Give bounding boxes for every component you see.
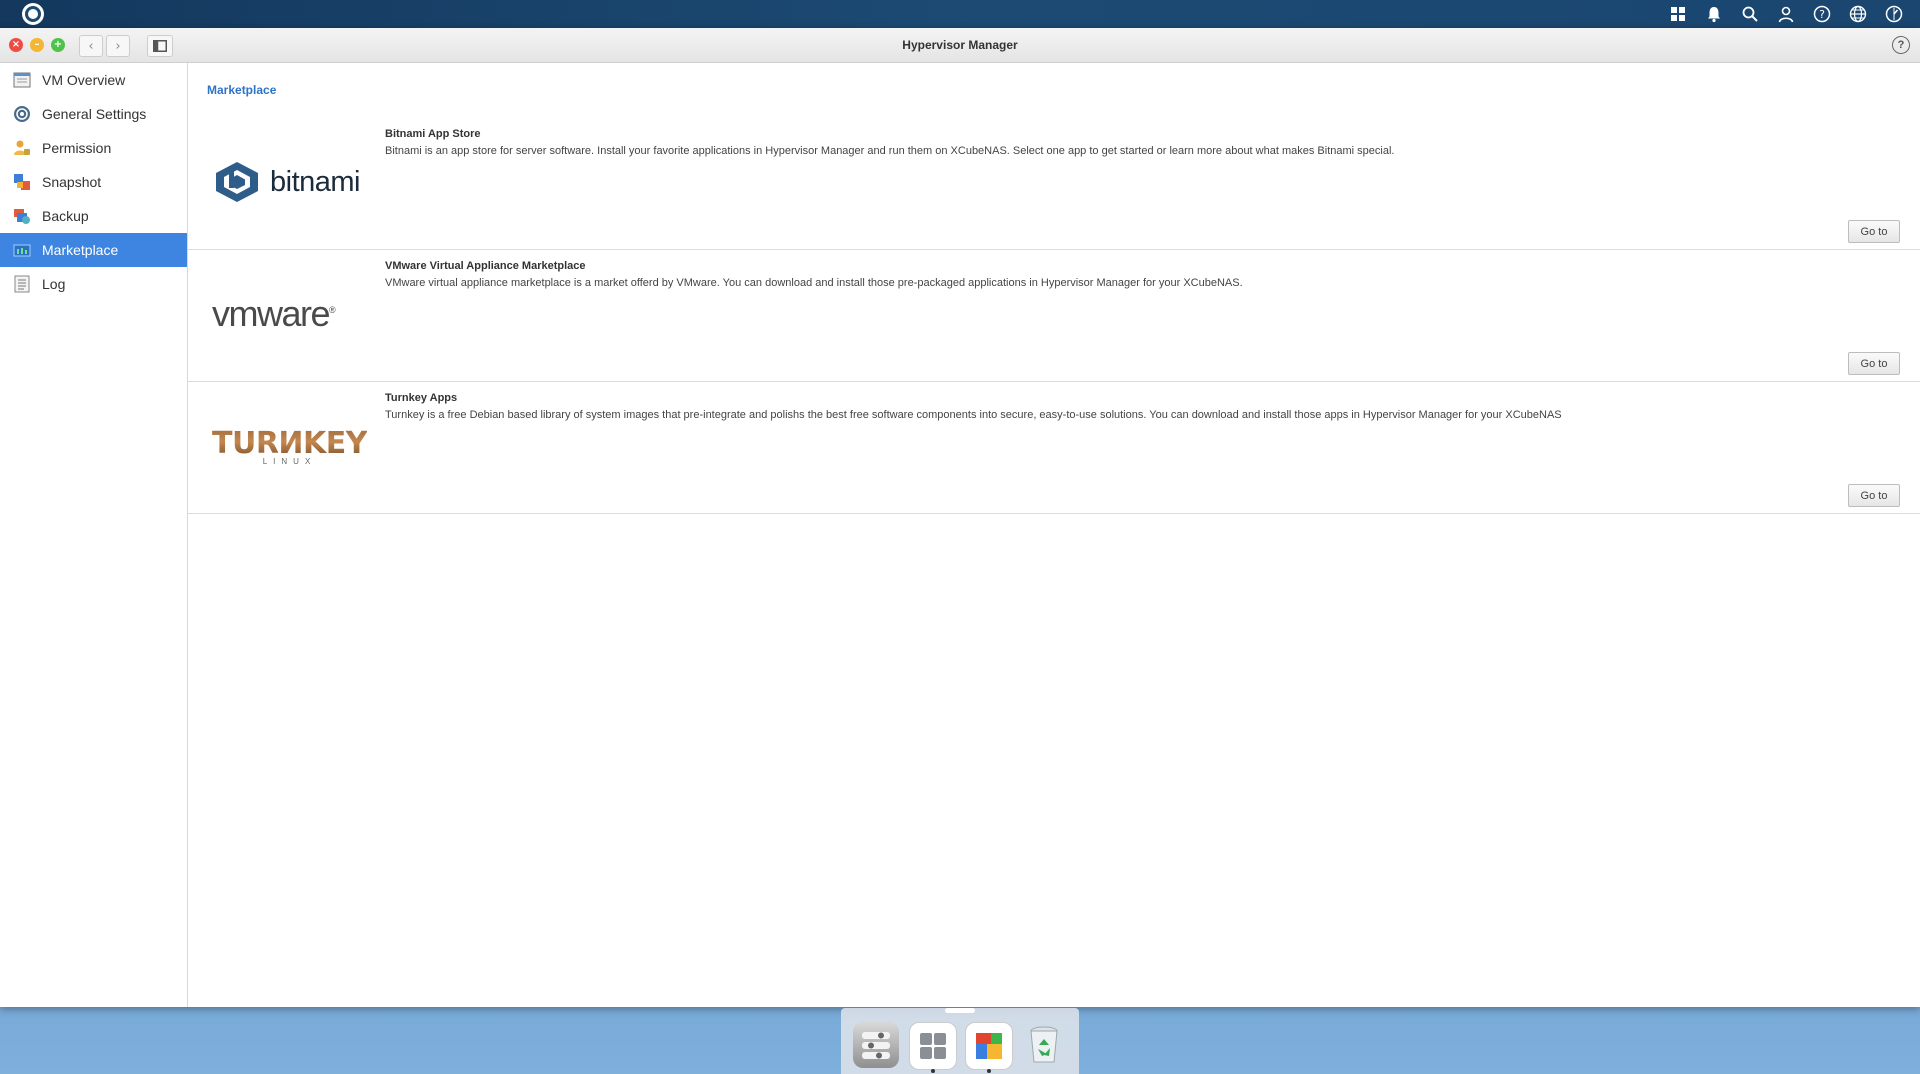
vmware-wordmark: vmware [212, 293, 331, 334]
marketplace-title: Turnkey Apps [385, 392, 458, 404]
sidebar: VM Overview General Settings Permission … [0, 63, 188, 1007]
running-indicator [987, 1069, 991, 1073]
recycle-bin-icon[interactable] [1021, 1022, 1067, 1068]
turnkey-logo-subtext: LINUX [262, 457, 317, 466]
bitnami-logo-text: bitnami [270, 165, 361, 198]
forward-button[interactable]: › [106, 35, 130, 57]
back-button[interactable]: ‹ [79, 35, 103, 57]
sidebar-item-snapshot[interactable]: Snapshot [0, 165, 187, 199]
sidebar-item-label: Marketplace [42, 242, 119, 258]
marketplace-row-vmware: vmware® VMware Virtual Appliance Marketp… [188, 250, 1920, 382]
sidebar-item-log[interactable]: Log [0, 267, 187, 301]
backup-icon [12, 206, 32, 226]
hypervisor-manager-icon[interactable] [965, 1022, 1013, 1073]
turnkey-logo-wrap: TURИKEY LINUX [212, 426, 368, 466]
app-center-icon[interactable] [909, 1022, 957, 1073]
sidebar-item-label: Log [42, 276, 66, 292]
marketplace-description: Bitnami is an app store for server softw… [385, 145, 1395, 157]
window-title: Hypervisor Manager [902, 38, 1018, 52]
search-icon[interactable] [1732, 2, 1768, 26]
log-icon [12, 274, 32, 294]
sidebar-item-label: Backup [42, 208, 89, 224]
bitnami-hexagon-icon [216, 162, 258, 202]
dock-handle[interactable] [945, 1008, 975, 1013]
marketplace-row-bitnami: bitnami Bitnami App Store Bitnami is an … [188, 118, 1920, 250]
toggle-sidebar-button[interactable] [147, 35, 173, 57]
window-titlebar: × – + ‹ › Hypervisor Manager ? [0, 28, 1920, 63]
marketplace-row-turnkey: TURИKEY LINUX Turnkey Apps Turnkey is a … [188, 382, 1920, 514]
breadcrumb: Marketplace [207, 83, 277, 97]
main-content: Marketplace bitnami Bitnami App Store Bi… [188, 63, 1920, 1007]
vm-overview-icon [12, 70, 32, 90]
running-indicator [931, 1069, 935, 1073]
chevron-right-icon: › [115, 38, 121, 54]
window-help-button[interactable]: ? [1892, 36, 1910, 54]
registered-mark: ® [329, 305, 336, 315]
marketplace-description: Turnkey is a free Debian based library o… [385, 409, 1562, 421]
system-logo-icon[interactable] [22, 3, 44, 25]
bell-icon[interactable] [1696, 2, 1732, 26]
snapshot-icon [12, 172, 32, 192]
go-to-turnkey-button[interactable]: Go to [1848, 484, 1900, 507]
close-window-button[interactable]: × [9, 38, 23, 52]
minimize-window-button[interactable]: – [30, 38, 44, 52]
apps-icon[interactable] [1660, 2, 1696, 26]
control-panel-icon[interactable] [853, 1022, 899, 1068]
help-icon[interactable]: ? [1804, 2, 1840, 26]
marketplace-description: VMware virtual appliance marketplace is … [385, 277, 1243, 289]
chevron-left-icon: ‹ [88, 38, 94, 54]
vmware-logo: vmware® [212, 274, 372, 354]
turnkey-logo: TURИKEY LINUX [212, 406, 372, 486]
hypervisor-manager-window: × – + ‹ › Hypervisor Manager ? VM Overvi… [0, 28, 1920, 1007]
marketplace-title: VMware Virtual Appliance Marketplace [385, 260, 586, 272]
system-top-bar: ? [0, 0, 1920, 28]
marketplace-title: Bitnami App Store [385, 128, 481, 140]
go-to-bitnami-button[interactable]: Go to [1848, 220, 1900, 243]
permission-icon [12, 138, 32, 158]
user-icon[interactable] [1768, 2, 1804, 26]
sidebar-item-general-settings[interactable]: General Settings [0, 97, 187, 131]
system-tray: ? [1660, 2, 1912, 26]
vmware-logo-text: vmware® [212, 293, 336, 335]
dashboard-icon[interactable] [1876, 2, 1912, 26]
sidebar-item-label: VM Overview [42, 72, 126, 88]
sidebar-item-marketplace[interactable]: Marketplace [0, 233, 187, 267]
sidebar-item-vm-overview[interactable]: VM Overview [0, 63, 187, 97]
settings-icon [12, 104, 32, 124]
sidebar-item-label: General Settings [42, 106, 147, 122]
globe-icon[interactable] [1840, 2, 1876, 26]
maximize-window-button[interactable]: + [51, 38, 65, 52]
sidebar-toggle-icon [153, 40, 167, 52]
sidebar-item-permission[interactable]: Permission [0, 131, 187, 165]
sidebar-item-backup[interactable]: Backup [0, 199, 187, 233]
svg-text:?: ? [1819, 8, 1825, 21]
go-to-vmware-button[interactable]: Go to [1848, 352, 1900, 375]
bitnami-logo: bitnami [212, 142, 372, 222]
sidebar-item-label: Permission [42, 140, 112, 156]
dock [841, 1008, 1079, 1074]
turnkey-logo-text: TURИKEY [212, 426, 368, 461]
sidebar-item-label: Snapshot [42, 174, 102, 190]
marketplace-icon [12, 240, 32, 260]
